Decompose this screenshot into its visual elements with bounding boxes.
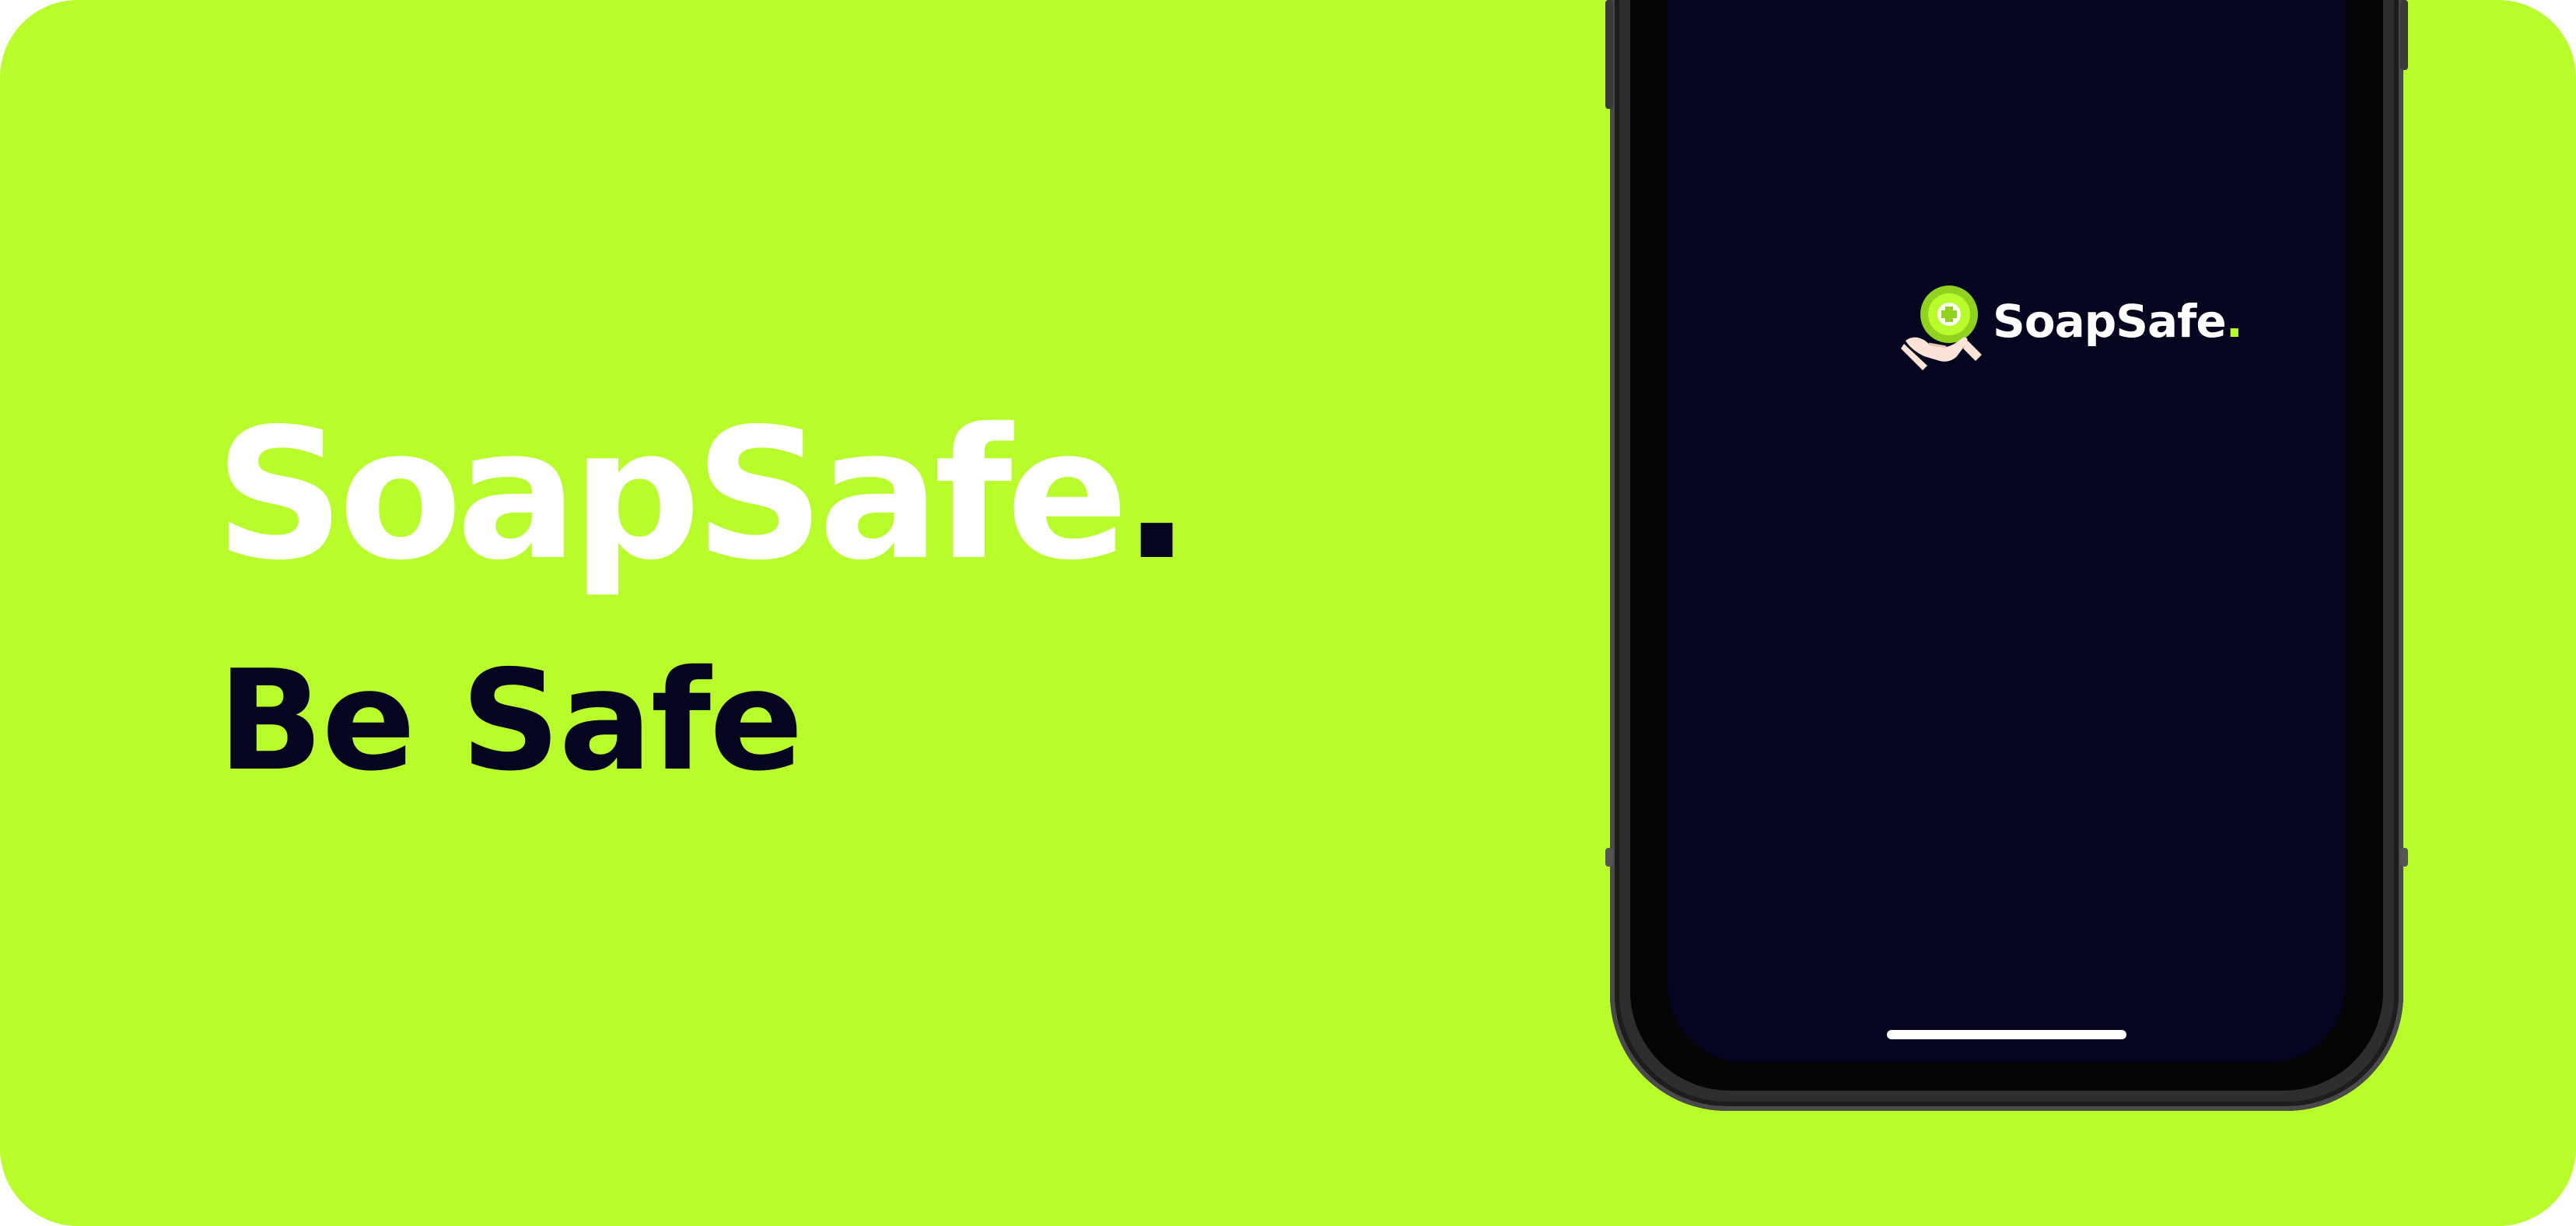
phone-side-button — [1605, 0, 1613, 109]
hero-title-text: SoapSafe — [215, 390, 1129, 600]
soap-hand-plus-icon — [1901, 285, 1982, 370]
hero-tagline: Be Safe — [218, 640, 803, 801]
hero-title: SoapSafe. — [215, 405, 1191, 585]
app-brand-text: SoapSafe — [1993, 295, 2227, 348]
phone-antenna-band — [1605, 848, 1613, 867]
app-brand-name: SoapSafe. — [1993, 299, 2243, 344]
app-logo: SoapSafe. — [1901, 278, 2259, 380]
phone-mockup: SoapSafe. — [1605, 0, 2408, 1111]
phone-antenna-band — [2400, 848, 2408, 867]
phone-bezel: SoapSafe. — [1630, 0, 2383, 1091]
app-brand-dot: . — [2225, 295, 2243, 348]
app-splash-screen: SoapSafe. — [1668, 0, 2346, 1063]
phone-side-button — [2400, 0, 2408, 70]
home-indicator[interactable] — [1887, 1030, 2126, 1039]
promo-banner: SoapSafe. Be Safe SoapSafe. — [0, 0, 2576, 1226]
hero-title-dot: . — [1122, 390, 1191, 600]
